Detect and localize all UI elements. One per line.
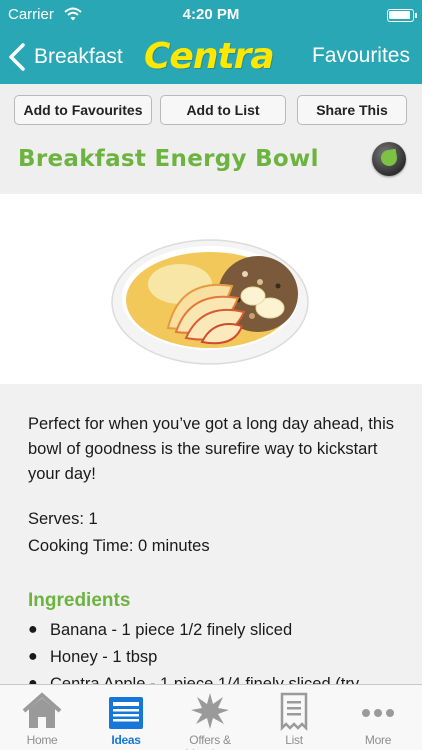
serves-label: Serves: 1 bbox=[28, 510, 98, 528]
share-button[interactable]: Share This bbox=[297, 95, 407, 125]
tab-list[interactable]: List bbox=[252, 685, 336, 750]
favourites-button[interactable]: Favourites bbox=[312, 44, 410, 68]
leaf-badge-icon[interactable] bbox=[372, 142, 406, 176]
list-item: ● Banana - 1 piece 1/2 finely sliced bbox=[28, 620, 359, 647]
add-to-favourites-button[interactable]: Add to Favourites bbox=[14, 95, 152, 125]
list-icon bbox=[280, 692, 308, 731]
tab-ideas[interactable]: Ideas bbox=[84, 685, 168, 750]
tab-more[interactable]: More bbox=[336, 685, 420, 750]
back-button[interactable]: Breakfast bbox=[8, 40, 123, 74]
tab-label: Ideas bbox=[111, 733, 141, 747]
offers-icon bbox=[191, 693, 229, 729]
list-item: ● Centra Apple - 1 piece 1/4 finely slice… bbox=[28, 674, 359, 684]
bullet-icon: ● bbox=[28, 621, 38, 638]
bowl-image bbox=[111, 239, 309, 365]
recipe-photo bbox=[0, 194, 422, 384]
cooking-time-label: Cooking Time: 0 minutes bbox=[28, 537, 210, 555]
ingredients-heading: Ingredients bbox=[28, 590, 131, 611]
recipe-actions: Add to Favourites Add to List Share This… bbox=[0, 84, 422, 194]
tab-label: List bbox=[285, 733, 303, 747]
status-bar: Carrier 4:20 PM bbox=[0, 0, 422, 30]
bullet-icon: ● bbox=[28, 675, 38, 684]
home-icon bbox=[22, 692, 62, 728]
tab-home[interactable]: Home bbox=[0, 685, 84, 750]
tab-offers-vouchers[interactable]: Offers & Vouchers bbox=[168, 685, 252, 750]
ingredient-text: Banana - 1 piece 1/2 finely sliced bbox=[50, 621, 293, 639]
back-label: Breakfast bbox=[34, 45, 123, 68]
recipe-title: Breakfast Energy Bowl bbox=[18, 146, 319, 172]
recipe-content: Perfect for when you’ve got a long day a… bbox=[0, 384, 422, 684]
navigation-bar: Breakfast Centra Favourites bbox=[0, 30, 422, 84]
centra-logo: Centra bbox=[144, 36, 275, 77]
recipe-description: Perfect for when you’ve got a long day a… bbox=[28, 415, 394, 483]
ideas-icon bbox=[109, 697, 143, 729]
ingredients-list: ● Banana - 1 piece 1/2 finely sliced ● Hon… bbox=[28, 620, 359, 684]
status-time: 4:20 PM bbox=[182, 6, 240, 23]
add-to-list-button[interactable]: Add to List bbox=[160, 95, 286, 125]
tab-label: Home bbox=[26, 733, 58, 747]
chevron-left-icon bbox=[9, 43, 25, 71]
bullet-icon: ● bbox=[28, 648, 38, 665]
tab-bar: Home Ideas Offers & Vouchers List bbox=[0, 684, 422, 750]
ingredient-text: Centra Apple - 1 piece 1/4 finely sliced… bbox=[50, 675, 360, 684]
battery-icon bbox=[387, 9, 417, 22]
tab-label: Offers & Vouchers bbox=[186, 733, 234, 750]
tab-label: More bbox=[364, 733, 392, 747]
list-item: ● Honey - 1 tbsp bbox=[28, 647, 359, 674]
ingredient-text: Honey - 1 tbsp bbox=[50, 648, 158, 666]
more-icon bbox=[362, 709, 394, 717]
